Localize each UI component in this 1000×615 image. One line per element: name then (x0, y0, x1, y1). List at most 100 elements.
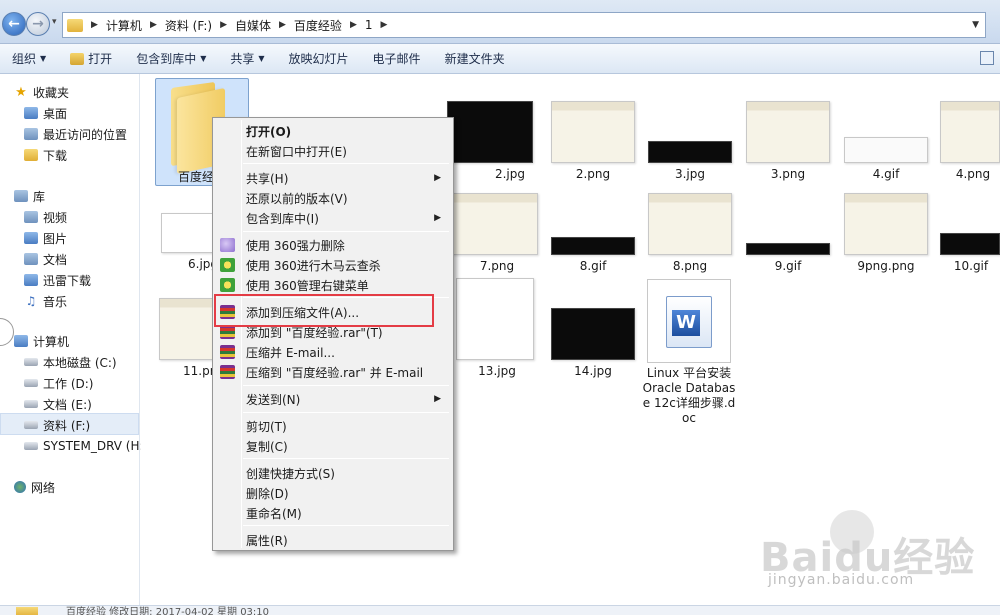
menu-item-delete[interactable]: 删除(D) (215, 483, 451, 503)
address-field[interactable]: ▶ 计算机 ▶ 资料 (F:) ▶ 自媒体 ▶ 百度经验 ▶ 1 ▶ ▼ (62, 12, 986, 38)
file-item[interactable]: 8.gif (545, 193, 641, 274)
sidebar-item-music[interactable]: ♫ 音乐 (24, 291, 67, 311)
file-item[interactable]: 2.png (545, 101, 641, 182)
file-item[interactable]: 13.jpg (447, 278, 543, 379)
menu-item-360-manage[interactable]: 使用 360管理右键菜单 (215, 275, 451, 295)
organize-button[interactable]: 组织 ▼ (0, 50, 58, 67)
sidebar-item-drive-c[interactable]: 本地磁盘 (C:) (24, 352, 117, 372)
file-item[interactable]: 7.png (447, 193, 543, 274)
file-item[interactable]: 4.png (936, 101, 1000, 182)
sidebar-item-drive-f[interactable]: 资料 (F:) (24, 415, 90, 435)
menu-label: 包含到库中(I) (246, 211, 319, 226)
sidebar-item-favorites[interactable]: ★ 收藏夹 (14, 82, 69, 102)
new-folder-button[interactable]: 新建文件夹 (433, 50, 517, 67)
menu-item-rename[interactable]: 重命名(M) (215, 503, 451, 523)
word-document-thumbnail[interactable]: W (647, 279, 731, 363)
documents-icon (24, 253, 38, 265)
address-dropdown-icon[interactable]: ▼ (972, 20, 979, 30)
menu-item-360-scan[interactable]: 使用 360进行木马云查杀 (215, 255, 451, 275)
view-options-icon[interactable] (980, 51, 994, 65)
file-item[interactable]: 4.gif (838, 101, 934, 182)
pictures-icon (24, 232, 38, 244)
image-thumbnail (447, 101, 533, 163)
image-thumbnail (551, 308, 635, 360)
sidebar-label: 图片 (43, 231, 68, 246)
menu-label: 使用 360进行木马云查杀 (246, 258, 381, 273)
breadcrumb-drive-f[interactable]: 资料 (F:) (165, 17, 212, 34)
360-manage-icon (220, 278, 235, 292)
details-pane: 百度经验 修改日期: 2017-04-02 星期 03:10 (0, 605, 1000, 615)
watermark-url: jingyan.baidu.com (768, 572, 915, 588)
file-item[interactable]: Linux 平台安装 Oracle Database 12c详细步骤.doc (641, 366, 737, 426)
disk-icon (24, 400, 38, 408)
menu-item-cut[interactable]: 剪切(T) (215, 416, 451, 436)
image-thumbnail (844, 137, 928, 163)
recent-places-icon (24, 128, 38, 140)
file-item[interactable]: 8.png (642, 193, 738, 274)
menu-item-compress-rar-email[interactable]: 压缩到 "百度经验.rar" 并 E-mail (215, 362, 451, 382)
image-thumbnail (940, 233, 1000, 255)
file-item[interactable]: 10.gif (936, 193, 1000, 274)
sidebar-item-recent[interactable]: 最近访问的位置 (24, 124, 127, 144)
back-arrow-icon[interactable]: ← (2, 12, 26, 36)
file-item[interactable]: 2.jpg (445, 101, 535, 182)
sidebar-item-documents[interactable]: 文档 (24, 249, 67, 269)
menu-item-share[interactable]: 共享(H) ▶ (215, 168, 451, 188)
sidebar-label: 网络 (31, 480, 56, 495)
breadcrumb-computer[interactable]: 计算机 (106, 17, 142, 34)
sidebar-item-drive-e[interactable]: 文档 (E:) (24, 394, 92, 414)
email-button[interactable]: 电子邮件 (361, 50, 433, 67)
sidebar-item-downloads[interactable]: 下载 (24, 145, 67, 165)
menu-item-send-to[interactable]: 发送到(N) ▶ (215, 389, 451, 409)
menu-label: 复制(C) (246, 439, 288, 454)
file-item[interactable]: 3.jpg (642, 101, 738, 182)
file-item[interactable]: 9png.png (838, 193, 934, 274)
menu-item-open-new-window[interactable]: 在新窗口中打开(E) (215, 141, 451, 161)
menu-item-360-delete[interactable]: 使用 360强力删除 (215, 235, 451, 255)
menu-item-properties[interactable]: 属性(R) (215, 530, 451, 550)
sidebar-item-video[interactable]: 视频 (24, 207, 67, 227)
menu-label: 重命名(M) (246, 506, 302, 521)
file-name: 8.png (672, 259, 708, 273)
sidebar-label: 文档 (43, 252, 68, 267)
sidebar-label: 资料 (F:) (43, 418, 91, 433)
share-button[interactable]: 共享 ▼ (218, 50, 276, 67)
slideshow-button[interactable]: 放映幻灯片 (277, 50, 361, 67)
menu-item-include-library[interactable]: 包含到库中(I) ▶ (215, 208, 451, 228)
sidebar-label: 收藏夹 (33, 85, 70, 100)
file-item[interactable]: 9.gif (740, 193, 836, 274)
dropdown-arrow-icon: ▼ (40, 54, 47, 63)
menu-item-copy[interactable]: 复制(C) (215, 436, 451, 456)
forward-arrow-icon[interactable]: → (26, 12, 50, 36)
history-dropdown-icon[interactable]: ▾ (52, 17, 57, 27)
image-thumbnail (551, 101, 635, 163)
baidu-watermark: Baidu经验 jingyan.baidu.com (760, 510, 1000, 605)
slideshow-label: 放映幻灯片 (288, 52, 349, 66)
sidebar-item-drive-h[interactable]: SYSTEM_DRV (H:) (24, 436, 148, 456)
file-name: 3.jpg (674, 167, 706, 181)
sidebar-item-pictures[interactable]: 图片 (24, 228, 67, 248)
menu-item-compress-email[interactable]: 压缩并 E-mail... (215, 342, 451, 362)
file-item[interactable]: 14.jpg (545, 278, 641, 379)
sidebar-label: 最近访问的位置 (43, 127, 128, 142)
breadcrumb-media[interactable]: 自媒体 (235, 17, 271, 34)
file-item[interactable]: 3.png (740, 101, 836, 182)
menu-item-shortcut[interactable]: 创建快捷方式(S) (215, 463, 451, 483)
menu-item-restore[interactable]: 还原以前的版本(V) (215, 188, 451, 208)
sidebar-item-network[interactable]: 网络 (14, 477, 55, 497)
sidebar-item-desktop[interactable]: 桌面 (24, 103, 67, 123)
menu-item-open[interactable]: 打开(O) (215, 121, 451, 141)
sidebar-item-thunder[interactable]: 迅雷下载 (24, 270, 91, 290)
menu-separator (243, 525, 449, 526)
image-thumbnail (844, 193, 928, 255)
include-library-button[interactable]: 包含到库中 ▼ (124, 50, 218, 67)
menu-separator (243, 385, 449, 386)
open-button[interactable]: 打开 (58, 50, 124, 67)
breadcrumb-baidu[interactable]: 百度经验 (294, 17, 342, 34)
sidebar-label: 下载 (43, 148, 68, 163)
breadcrumb-1[interactable]: 1 (365, 18, 373, 32)
sidebar-item-computer[interactable]: 计算机 (14, 331, 69, 351)
menu-separator (243, 412, 449, 413)
sidebar-item-drive-d[interactable]: 工作 (D:) (24, 373, 93, 393)
sidebar-item-libraries[interactable]: 库 (14, 186, 45, 206)
